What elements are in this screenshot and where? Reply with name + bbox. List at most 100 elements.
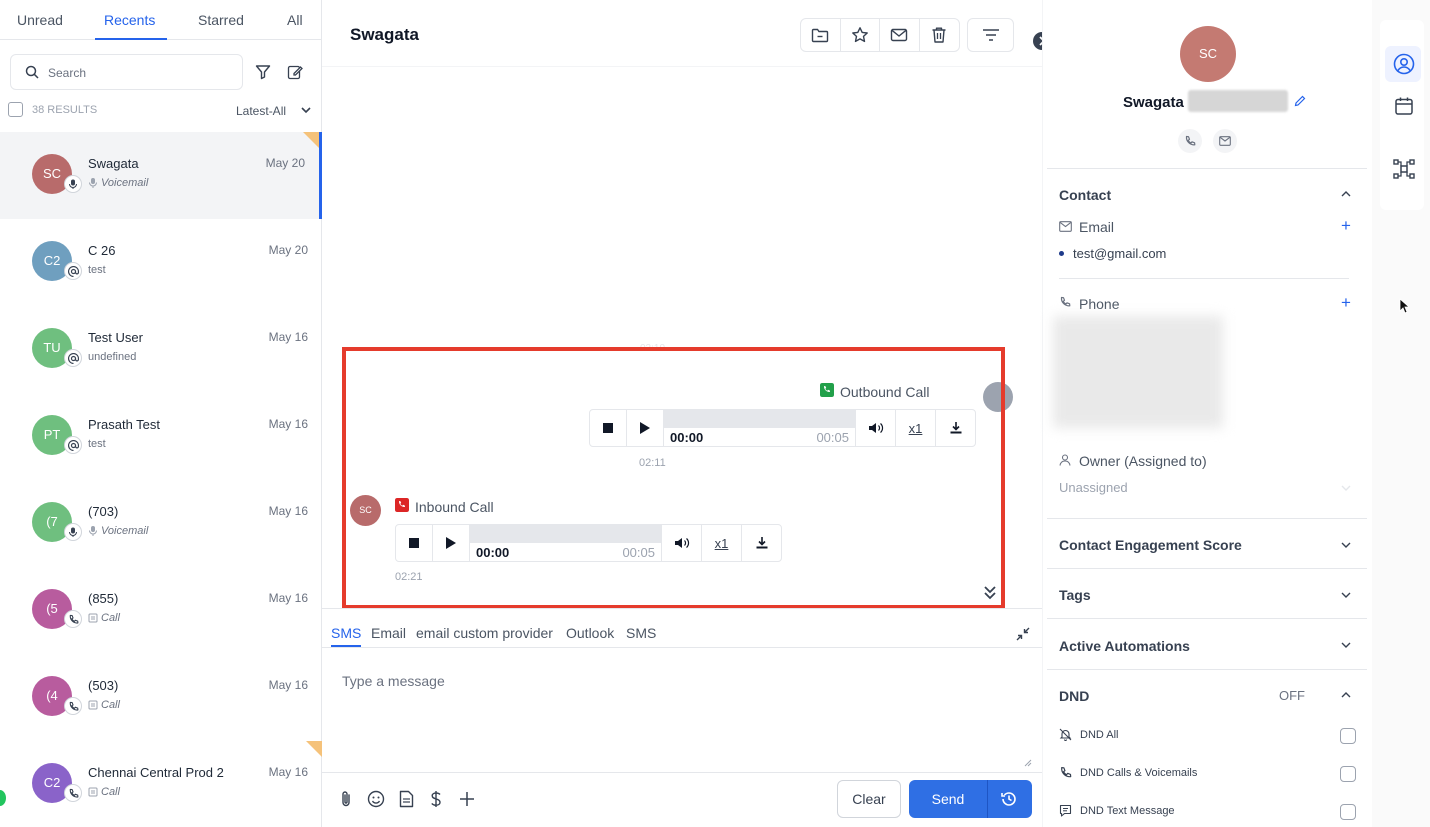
contact-name: Swagata — [1123, 94, 1184, 111]
search-placeholder: Search — [48, 66, 87, 80]
conversation-item-c26[interactable]: C2 C 26 test May 20 — [0, 219, 322, 306]
mic-icon — [89, 178, 97, 188]
conversation-item-703[interactable]: (7 (703) Voicemail May 16 — [0, 480, 322, 567]
conversation-item-prasath-test[interactable]: PT Prasath Test test May 16 — [0, 393, 322, 480]
template-icon[interactable] — [399, 790, 414, 808]
collapse-composer-icon[interactable] — [1016, 627, 1030, 641]
redacted-name — [1188, 90, 1288, 112]
message-icon — [1059, 804, 1072, 817]
mic-icon — [64, 523, 82, 541]
resize-handle-icon[interactable] — [1022, 757, 1032, 767]
payment-link-icon[interactable] — [430, 790, 442, 808]
dnd-all-checkbox[interactable] — [1340, 728, 1356, 744]
email-value: test@gmail.com — [1073, 246, 1167, 261]
plus-icon[interactable] — [459, 790, 475, 808]
select-all-checkbox[interactable] — [8, 102, 23, 117]
schedule-clock-icon[interactable] — [1000, 790, 1018, 808]
call-log-icon — [88, 613, 98, 623]
clear-button[interactable]: Clear — [837, 780, 901, 818]
contact-avatar: SC — [1180, 26, 1236, 82]
chevron-up-icon[interactable] — [1341, 691, 1351, 699]
delete-button[interactable] — [920, 19, 959, 51]
bell-off-icon — [1059, 728, 1072, 741]
attachment-icon[interactable] — [339, 790, 353, 808]
automations-section-header[interactable]: Active Automations — [1059, 638, 1190, 654]
dnd-section-header[interactable]: DND — [1059, 688, 1089, 704]
dnd-text-label: DND Text Message — [1080, 805, 1175, 817]
divider — [1047, 618, 1367, 619]
calendar-icon[interactable] — [1394, 96, 1414, 116]
dnd-all-label: DND All — [1080, 729, 1119, 741]
pencil-icon[interactable] — [1294, 95, 1306, 107]
tags-section-header[interactable]: Tags — [1059, 587, 1091, 603]
channel-tab-outlook[interactable]: Outlook — [566, 625, 614, 641]
tab-recents[interactable]: Recents — [104, 12, 155, 28]
contact-section-header[interactable]: Contact — [1059, 187, 1111, 203]
chevron-down-icon[interactable] — [1341, 641, 1351, 649]
conversation-date: May 16 — [268, 591, 308, 605]
call-contact-button[interactable] — [1178, 129, 1202, 153]
tab-all[interactable]: All — [287, 12, 303, 28]
channel-tab-email[interactable]: Email — [371, 625, 406, 641]
owner-select[interactable]: Unassigned — [1059, 480, 1128, 495]
chevron-up-icon[interactable] — [1341, 190, 1351, 198]
compose-icon[interactable] — [287, 64, 303, 80]
conversation-item-swagata[interactable]: SC Swagata Voicemail May 20 — [0, 132, 322, 219]
engagement-section-header[interactable]: Contact Engagement Score — [1059, 537, 1242, 553]
filter-icon[interactable] — [255, 64, 271, 80]
message-input[interactable]: Type a message — [342, 673, 445, 689]
chevron-down-icon[interactable] — [1341, 541, 1351, 549]
conversation-actions — [800, 18, 960, 52]
conversation-list-panel: Unread Recents Starred All Search 38 RES… — [0, 0, 322, 827]
search-input[interactable]: Search — [10, 54, 243, 90]
dnd-text-checkbox[interactable] — [1340, 804, 1356, 820]
send-button[interactable]: Send — [909, 780, 987, 818]
chevron-down-icon[interactable] — [301, 106, 311, 114]
dnd-calls-checkbox[interactable] — [1340, 766, 1356, 782]
divider — [1047, 518, 1367, 519]
conversation-tabs: Unread Recents Starred All — [0, 8, 322, 40]
channel-tab-email-custom-provider[interactable]: email custom provider — [416, 625, 553, 641]
message-composer: SMS Email email custom provider Outlook … — [322, 608, 1042, 827]
message-filter-button[interactable] — [967, 18, 1014, 52]
conversation-date: May 20 — [265, 156, 305, 170]
workflow-icon[interactable] — [1393, 159, 1415, 179]
channel-tab-sms[interactable]: SMS — [331, 625, 361, 641]
email-contact-button[interactable] — [1213, 129, 1237, 153]
mail-icon — [1219, 136, 1231, 146]
conversation-date: May 20 — [268, 243, 308, 257]
add-phone-button[interactable]: + — [1341, 293, 1351, 313]
conversation-name: Swagata — [88, 156, 139, 171]
conversation-name: (503) — [88, 678, 119, 693]
conversation-item-503[interactable]: (4 (503) Call May 16 — [0, 654, 322, 741]
sort-select[interactable]: Latest-All — [236, 104, 286, 118]
channel-tab-sms-2[interactable]: SMS — [626, 625, 656, 641]
highlight-annotation-box — [342, 347, 1005, 609]
divider — [322, 647, 1042, 648]
conversation-item-test-user[interactable]: TU Test User undefined May 16 — [0, 306, 322, 393]
chevron-down-icon[interactable] — [1341, 484, 1351, 492]
owner-label: Owner (Assigned to) — [1079, 453, 1207, 469]
tab-unread[interactable]: Unread — [17, 12, 63, 28]
emoji-icon[interactable] — [367, 790, 385, 808]
star-icon — [851, 27, 868, 43]
chevron-down-icon[interactable] — [1341, 591, 1351, 599]
conversation-preview: Voicemail — [101, 525, 149, 537]
conversation-date: May 16 — [268, 765, 308, 779]
add-email-button[interactable]: + — [1341, 216, 1351, 236]
tab-starred[interactable]: Starred — [198, 12, 244, 28]
results-row: 38 RESULTS Latest-All — [8, 102, 314, 120]
conversation-item-chennai-central-prod-2[interactable]: C2 Chennai Central Prod 2 Call May 16 — [0, 741, 322, 827]
conversation-date: May 16 — [268, 678, 308, 692]
mark-unread-button[interactable] — [880, 19, 920, 51]
move-folder-button[interactable] — [801, 19, 841, 51]
conversation-item-855[interactable]: (5 (855) Call May 16 — [0, 567, 322, 654]
email-bullet — [1059, 251, 1064, 256]
conversation-preview: test — [88, 264, 106, 276]
conversation-name: C 26 — [88, 243, 116, 258]
star-button[interactable] — [841, 19, 880, 51]
at-icon — [64, 349, 82, 367]
user-circle-icon[interactable] — [1393, 53, 1415, 75]
conversation-name: (703) — [88, 504, 119, 519]
conversation-name: Test User — [88, 330, 143, 345]
